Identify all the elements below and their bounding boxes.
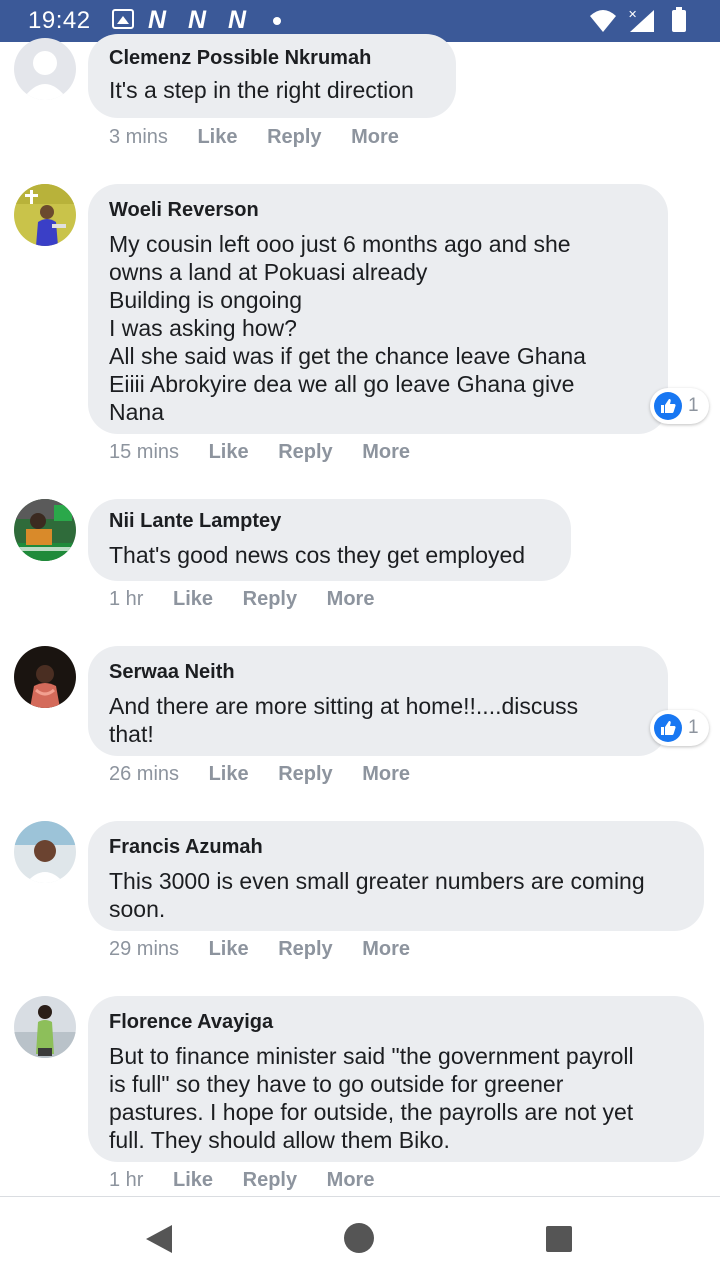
reply-button[interactable]: Reply xyxy=(278,441,332,463)
comment-time: 15 mins xyxy=(109,441,180,463)
svg-text:✕: ✕ xyxy=(628,8,637,21)
avatar[interactable] xyxy=(14,996,76,1058)
more-button[interactable]: More xyxy=(362,938,410,960)
comment-author[interactable]: Florence Avayiga xyxy=(109,1010,683,1034)
comment-actions: 29 mins Like Reply More xyxy=(109,938,434,961)
comment-author[interactable]: Clemenz Possible Nkrumah xyxy=(109,46,435,70)
dot-icon xyxy=(273,17,281,25)
comment-text: This 3000 is even small greater numbers … xyxy=(109,868,645,922)
battery-icon xyxy=(672,7,686,32)
n-app-icon: N xyxy=(148,6,167,34)
more-button[interactable]: More xyxy=(327,1169,375,1191)
reaction-count: 1 xyxy=(688,717,699,738)
reply-button[interactable]: Reply xyxy=(243,588,297,610)
comment-author[interactable]: Francis Azumah xyxy=(109,835,683,859)
back-icon[interactable] xyxy=(144,1223,174,1255)
reply-button[interactable]: Reply xyxy=(278,763,332,785)
comment-author[interactable]: Serwaa Neith xyxy=(109,660,647,684)
reaction-count: 1 xyxy=(688,395,699,416)
comment-time: 26 mins xyxy=(109,763,180,785)
avatar[interactable] xyxy=(14,499,76,561)
avatar[interactable] xyxy=(14,646,76,708)
reply-button[interactable]: Reply xyxy=(278,938,332,960)
comment-bubble[interactable]: Florence Avayiga But to finance minister… xyxy=(88,996,704,1162)
avatar[interactable] xyxy=(14,821,76,883)
comment-actions: 3 mins Like Reply More xyxy=(109,126,423,149)
thumbs-up-icon xyxy=(654,392,682,420)
user-photo xyxy=(14,184,76,246)
like-button[interactable]: Like xyxy=(173,1169,213,1191)
like-button[interactable]: Like xyxy=(197,126,237,148)
user-photo xyxy=(14,646,76,708)
more-button[interactable]: More xyxy=(362,763,410,785)
comment-bubble[interactable]: Clemenz Possible Nkrumah It's a step in … xyxy=(88,34,456,118)
thumbs-up-icon xyxy=(654,714,682,742)
wifi-icon xyxy=(590,10,616,32)
comment-actions: 1 hr Like Reply More xyxy=(109,1169,398,1192)
default-avatar-icon xyxy=(14,38,76,100)
like-button[interactable]: Like xyxy=(209,441,249,463)
more-button[interactable]: More xyxy=(327,588,375,610)
like-button[interactable]: Like xyxy=(209,763,249,785)
comment-actions: 26 mins Like Reply More xyxy=(109,763,434,786)
comment-bubble[interactable]: Francis Azumah This 3000 is even small g… xyxy=(88,821,704,931)
avatar[interactable] xyxy=(14,184,76,246)
more-button[interactable]: More xyxy=(362,441,410,463)
like-button[interactable]: Like xyxy=(173,588,213,610)
reply-button[interactable]: Reply xyxy=(243,1169,297,1191)
user-photo xyxy=(14,499,76,561)
comment-author[interactable]: Woeli Reverson xyxy=(109,198,647,222)
n-app-icon: N xyxy=(188,6,207,34)
n-app-icon: N xyxy=(228,6,247,34)
avatar[interactable] xyxy=(14,38,76,100)
status-time: 19:42 xyxy=(28,7,91,34)
comment-text: It's a step in the right direction xyxy=(109,77,414,103)
gallery-icon xyxy=(112,9,134,29)
like-button[interactable]: Like xyxy=(209,938,249,960)
comment-text: And there are more sitting at home!!....… xyxy=(109,693,579,747)
comment-text: My cousin left ooo just 6 months ago and… xyxy=(109,231,586,425)
signal-icon: ✕ xyxy=(628,8,654,32)
user-photo xyxy=(14,821,76,883)
comment-bubble[interactable]: Nii Lante Lamptey That's good news cos t… xyxy=(88,499,571,581)
comment-author[interactable]: Nii Lante Lamptey xyxy=(109,509,550,533)
system-nav-bar xyxy=(0,1196,720,1281)
comment-text: That's good news cos they get employed xyxy=(109,542,526,568)
status-right-icons: ✕ xyxy=(590,7,686,32)
comment-bubble[interactable]: Woeli Reverson My cousin left ooo just 6… xyxy=(88,184,668,434)
comment-text: But to finance minister said "the govern… xyxy=(109,1043,634,1153)
comment-time: 1 hr xyxy=(109,588,144,610)
reaction-badge[interactable]: 1 xyxy=(650,388,709,424)
comment-time: 29 mins xyxy=(109,938,180,960)
comment-time: 3 mins xyxy=(109,126,168,148)
reaction-badge[interactable]: 1 xyxy=(650,710,709,746)
comment-actions: 15 mins Like Reply More xyxy=(109,441,434,464)
comment-actions: 1 hr Like Reply More xyxy=(109,588,398,611)
more-button[interactable]: More xyxy=(351,126,399,148)
comment-time: 1 hr xyxy=(109,1169,144,1191)
recents-icon[interactable] xyxy=(545,1225,573,1253)
reply-button[interactable]: Reply xyxy=(267,126,321,148)
user-photo xyxy=(14,996,76,1058)
comment-bubble[interactable]: Serwaa Neith And there are more sitting … xyxy=(88,646,668,756)
home-icon[interactable] xyxy=(343,1222,375,1254)
